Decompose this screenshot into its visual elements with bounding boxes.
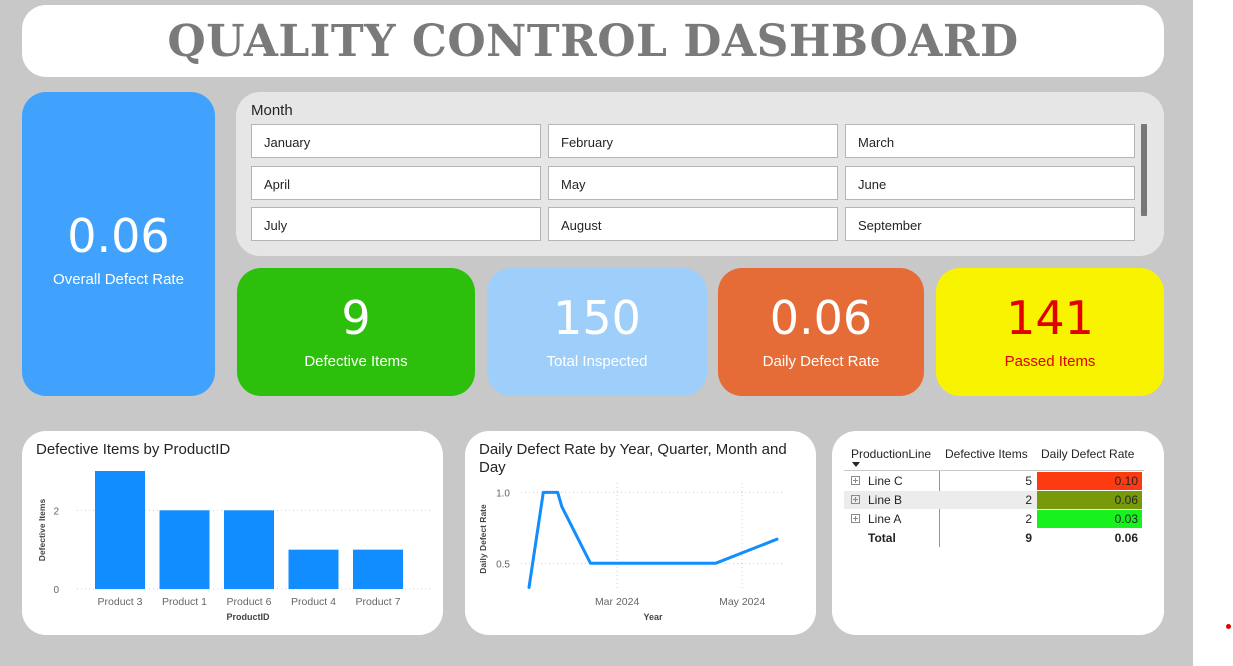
- total-inspected-value: 150: [553, 290, 641, 345]
- bar-ytick-label: 2: [53, 506, 59, 517]
- line-ytick-label: 0.5: [496, 559, 510, 570]
- row-defective-items: 5: [1025, 474, 1032, 488]
- daily-defect-rate-series-line: [527, 490, 779, 589]
- month-option-january[interactable]: January: [251, 124, 541, 158]
- bar-xtick-label: Product 7: [356, 596, 401, 608]
- defective-items-label: Defective Items: [304, 352, 408, 370]
- total-inspected-card[interactable]: 150 Total Inspected: [487, 268, 707, 396]
- overall-defect-rate-card[interactable]: 0.06 Overall Defect Rate: [22, 92, 215, 396]
- row-daily-defect-rate: 0.03: [1114, 512, 1138, 526]
- passed-items-card[interactable]: 141 Passed Items: [936, 268, 1164, 396]
- header-daily-defect-rate[interactable]: Daily Defect Rate: [1041, 447, 1134, 461]
- page-title: QUALITY CONTROL DASHBOARD: [167, 15, 1019, 67]
- row-daily-defect-rate: 0.10: [1114, 474, 1138, 488]
- passed-items-label: Passed Items: [1004, 352, 1096, 370]
- month-option-august[interactable]: August: [548, 207, 838, 241]
- overall-defect-rate-value: 0.06: [67, 208, 170, 263]
- line-xtick-label: Mar 2024: [595, 596, 640, 608]
- row-defective-items: 2: [1025, 493, 1032, 507]
- bar-product-3: [95, 471, 145, 589]
- header-divider: [844, 470, 1144, 471]
- total-daily-defect-rate: 0.06: [1114, 531, 1138, 545]
- row-line-label: Line A: [868, 512, 902, 526]
- header-production-line[interactable]: ProductionLine: [851, 447, 931, 461]
- month-option-march[interactable]: March: [845, 124, 1135, 158]
- bar-product-6: [224, 510, 274, 589]
- line-ytick-label: 1.0: [496, 488, 510, 499]
- defective-items-value: 9: [341, 290, 371, 345]
- total-inspected-label: Total Inspected: [546, 352, 648, 370]
- plus-box-icon[interactable]: [851, 476, 860, 485]
- bar-xtick-label: Product 6: [227, 596, 272, 608]
- line-chart: 0.5 1.0 Mar 2024 May 2024 Year Daily Defect R…: [478, 483, 783, 622]
- month-option-april[interactable]: April: [251, 166, 541, 200]
- plus-box-icon[interactable]: [851, 514, 860, 523]
- bar-product-1: [159, 510, 210, 589]
- sort-down-icon[interactable]: [851, 462, 861, 468]
- month-option-september[interactable]: September: [845, 207, 1135, 241]
- line-xaxis-title: Year: [643, 612, 663, 622]
- line-yaxis-title: Daily Defect Rate: [478, 504, 488, 574]
- red-dot-marker: [1226, 624, 1231, 629]
- month-option-july[interactable]: July: [251, 207, 541, 241]
- daily-defect-rate-card[interactable]: 0.06 Daily Defect Rate: [718, 268, 924, 396]
- line-xtick-label: May 2024: [719, 596, 765, 608]
- bar-xtick-label: Product 4: [291, 596, 336, 608]
- row-line-label: Line B: [868, 493, 903, 507]
- total-label: Total: [868, 531, 896, 545]
- bar-xaxis-title: ProductID: [226, 612, 270, 622]
- bar-xtick-label: Product 1: [162, 596, 207, 608]
- slicer-scrollbar[interactable]: [1141, 124, 1147, 216]
- slicer-title: Month: [251, 102, 293, 119]
- bar-ytick-label: 0: [53, 585, 59, 596]
- row-defective-items: 2: [1025, 512, 1032, 526]
- dashboard-canvas: QUALITY CONTROL DASHBOARD 0.06 Overall D…: [0, 0, 1193, 666]
- bar-yaxis-title: Defective Items: [37, 499, 47, 562]
- column-divider: [939, 471, 940, 547]
- defective-items-card[interactable]: 9 Defective Items: [237, 268, 475, 396]
- bar-product-7: [353, 549, 403, 589]
- bar-xtick-label: Product 3: [98, 596, 143, 608]
- line-chart-panel[interactable]: Daily Defect Rate by Year, Quarter, Mont…: [465, 431, 816, 635]
- overall-defect-rate-label: Overall Defect Rate: [53, 270, 184, 288]
- title-banner: QUALITY CONTROL DASHBOARD: [22, 5, 1164, 77]
- total-defective-items: 9: [1025, 531, 1032, 545]
- month-option-june[interactable]: June: [845, 166, 1135, 200]
- month-option-february[interactable]: February: [548, 124, 838, 158]
- table-panel[interactable]: ProductionLine Defective Items Daily Def…: [832, 431, 1164, 635]
- daily-defect-rate-label: Daily Defect Rate: [762, 352, 880, 370]
- bar-chart-panel[interactable]: Defective Items by ProductID 0 2 Product 3…: [22, 431, 443, 635]
- month-slicer: Month January February March April May J…: [236, 92, 1164, 256]
- bar-chart: 0 2 Product 3 Product 1 Product 6 Product 4 Pr…: [37, 471, 432, 622]
- bar-product-4: [288, 549, 339, 589]
- header-defective-items[interactable]: Defective Items: [945, 447, 1028, 461]
- daily-defect-rate-value: 0.06: [769, 290, 873, 345]
- month-option-may[interactable]: May: [548, 166, 838, 200]
- row-daily-defect-rate: 0.06: [1114, 493, 1138, 507]
- passed-items-value: 141: [1006, 290, 1094, 345]
- row-line-label: Line C: [868, 474, 903, 488]
- plus-box-icon[interactable]: [851, 495, 860, 504]
